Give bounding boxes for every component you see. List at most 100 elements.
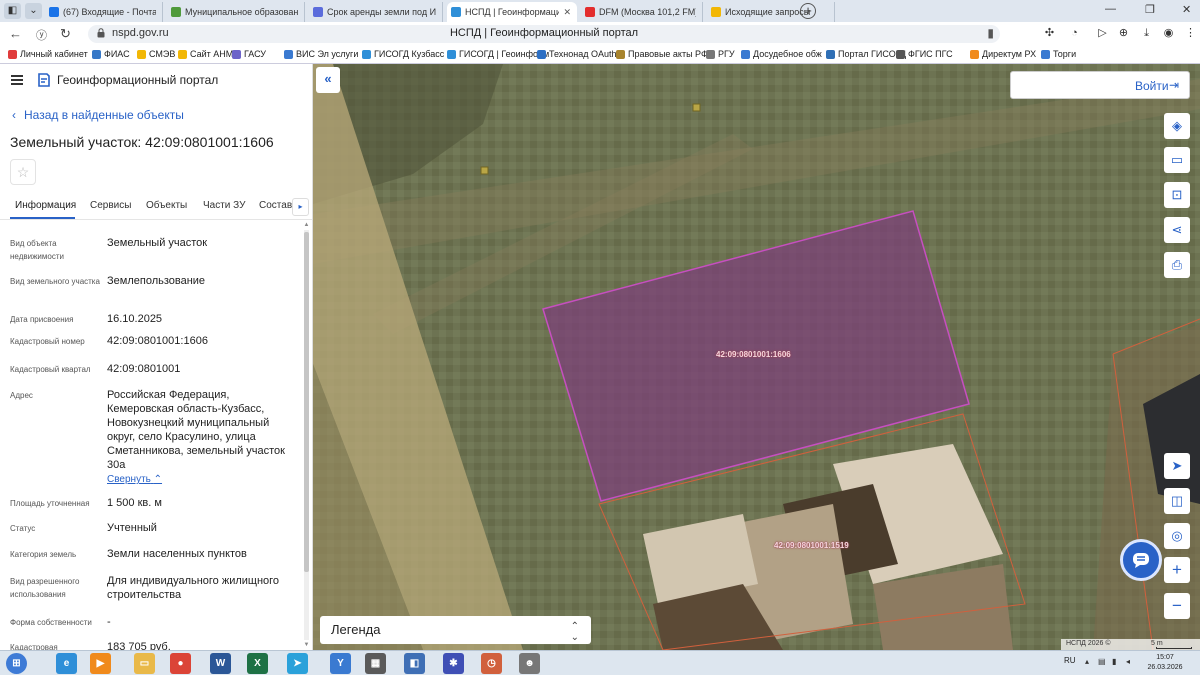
bookmark-item[interactable]: Досудебное обж [741, 49, 822, 59]
download-arrow-icon[interactable]: ⤓ [1140, 27, 1153, 40]
close-window-icon[interactable]: ✕ [1182, 3, 1191, 16]
tab-objects[interactable]: Объекты [146, 200, 187, 211]
file-explorer-icon[interactable]: ▭ [134, 653, 155, 674]
browser-tab[interactable]: Срок аренды земли под ИЖ [309, 2, 443, 22]
extension-icon[interactable]: ✣ [1043, 27, 1056, 40]
reload-icon[interactable]: ↻ [60, 26, 71, 42]
property-value[interactable]: Российская Федерация, Кемеровская област… [107, 388, 292, 472]
bookmark-item[interactable]: Правовые акты РФ [616, 49, 708, 59]
property-value[interactable]: Земельный участок [107, 236, 292, 250]
yandex-logo-icon[interactable]: ⓨ [36, 27, 47, 43]
property-value[interactable]: Земли населенных пунктов [107, 547, 292, 561]
favorite-star-button[interactable]: ☆ [10, 159, 36, 185]
property-value[interactable]: Землепользование [107, 274, 292, 288]
bookmark-item[interactable]: ФГИС ПГС [896, 49, 953, 59]
profile-icon[interactable]: ◉ [1162, 27, 1175, 40]
scroll-down-icon[interactable]: ▼ [303, 642, 310, 648]
tab-parts[interactable]: Части ЗУ [203, 200, 245, 211]
panel-scrollbar[interactable]: ▲ ▼ [302, 222, 310, 650]
bookmark-item[interactable]: Директум РХ [970, 49, 1036, 59]
tab-information[interactable]: Информация [15, 200, 76, 211]
bookmark-item[interactable]: СМЭВ [137, 49, 175, 59]
browser-tab[interactable]: DFM (Москва 101,2 FM) [581, 2, 703, 22]
url-field[interactable]: nspd.gov.ru НСПД | Геоинформационный пор… [88, 25, 1000, 43]
bookmark-icon[interactable]: ▮ [987, 26, 994, 40]
bookmark-item[interactable]: Сайт АНМО [178, 49, 240, 59]
zoom-out-button[interactable]: − [1164, 593, 1190, 619]
property-value[interactable]: 42:09:0801001 [107, 362, 292, 376]
property-value[interactable]: 16.10.2025 [107, 312, 292, 326]
locate-icon[interactable]: ◎ [1164, 523, 1190, 549]
app-e-icon[interactable]: ☻ [519, 653, 540, 674]
zoom-in-button[interactable]: + [1164, 557, 1190, 583]
excel-icon[interactable]: X [247, 653, 268, 674]
browser-tab[interactable]: Муниципальное образование [167, 2, 305, 22]
internet-explorer-icon[interactable]: e [56, 653, 77, 674]
basemap-icon[interactable]: ◫ [1164, 488, 1190, 514]
property-value[interactable]: 1 500 кв. м [107, 496, 292, 510]
play-icon[interactable]: ▷ [1096, 27, 1109, 40]
menu-dots-icon[interactable]: ⋮ [1184, 27, 1197, 40]
shield-icon[interactable]: ◔ [1068, 27, 1081, 40]
browser-tab[interactable]: НСПД | Геоинформационный✕ [447, 2, 577, 22]
tray-arrow-icon[interactable]: ▴ [1085, 657, 1095, 667]
neighbor-cadastral-label[interactable]: 42:09:0801001:1519 [774, 541, 849, 550]
print-icon[interactable]: ⎙ [1164, 252, 1190, 278]
maximize-icon[interactable]: ❐ [1145, 3, 1155, 16]
volume-icon[interactable]: ◂ [1126, 657, 1136, 667]
bookmark-item[interactable]: ГИСОГД | Геоинформ [447, 49, 549, 59]
bookmark-item[interactable]: ГИСОГД Кузбасс [362, 49, 444, 59]
app-d-icon[interactable]: ◷ [481, 653, 502, 674]
bookmark-item[interactable]: Технонад OAuth [537, 49, 617, 59]
language-indicator[interactable]: RU [1064, 656, 1076, 665]
hamburger-menu-icon[interactable] [11, 75, 23, 85]
ruler-icon[interactable]: ▭ [1164, 147, 1190, 173]
yandex-browser-icon[interactable]: Y [330, 653, 351, 674]
bookmark-item[interactable]: ГАСУ [232, 49, 266, 59]
bookmark-item[interactable]: Личный кабинет [8, 49, 88, 59]
property-value[interactable]: Учтенный [107, 521, 292, 535]
parcel-cadastral-label[interactable]: 42:09:0801001:1606 [716, 350, 791, 359]
bookmark-item[interactable]: ФИАС [92, 49, 130, 59]
map-view[interactable]: 42:09:0801001:1606 42:09:0801001:1519 « … [313, 64, 1200, 650]
bookmark-item[interactable]: ВИС Эл услуги [284, 49, 358, 59]
new-tab-button[interactable]: + [800, 3, 816, 19]
bookmark-item[interactable]: РГУ [706, 49, 735, 59]
property-value[interactable]: 42:09:0801001:1606 [107, 334, 292, 348]
battery-icon[interactable]: ▮ [1112, 657, 1122, 667]
word-icon[interactable]: W [210, 653, 231, 674]
downloads-icon[interactable]: ⊕ [1117, 27, 1130, 40]
telegram-icon[interactable]: ➤ [287, 653, 308, 674]
share-icon[interactable]: ⋖ [1164, 217, 1190, 243]
bookmark-item[interactable]: Торги [1041, 49, 1076, 59]
app-c-icon[interactable]: ✱ [443, 653, 464, 674]
app-b-icon[interactable]: ◧ [404, 653, 425, 674]
network-icon[interactable]: ▤ [1098, 657, 1108, 667]
tab-services[interactable]: Сервисы [90, 200, 131, 211]
login-button[interactable]: Войти ⇥ [1010, 71, 1190, 99]
window-menu-icon[interactable]: ◧ [4, 3, 21, 19]
media-player-icon[interactable]: ▶ [90, 653, 111, 674]
minimize-icon[interactable]: — [1105, 3, 1116, 15]
select-area-icon[interactable]: ⊡ [1164, 182, 1190, 208]
back-arrow-icon[interactable]: ← [9, 26, 22, 41]
layers-icon[interactable]: ◈ [1164, 113, 1190, 139]
navigate-icon[interactable]: ➤ [1164, 453, 1190, 479]
back-to-results-link[interactable]: ‹ Назад в найденные объекты [12, 108, 184, 122]
chat-button[interactable] [1120, 539, 1162, 581]
property-value[interactable]: 183 705 руб. [107, 640, 292, 650]
tab-composition[interactable]: Состав [259, 200, 292, 211]
collapse-panel-button[interactable]: « [316, 67, 340, 93]
bookmark-item[interactable]: Портал ГИСОГД [826, 49, 906, 59]
tab-list-chevron-icon[interactable]: ⌄ [25, 3, 42, 19]
close-tab-icon[interactable]: ✕ [563, 7, 571, 18]
start-button-icon[interactable]: ⊞ [6, 653, 27, 674]
scrollbar-thumb[interactable] [304, 232, 309, 572]
legend-dropdown[interactable]: Легенда ⌃ ⌄ [320, 616, 591, 644]
property-value[interactable]: Для индивидуального жилищного строительс… [107, 574, 292, 602]
browser-tab[interactable]: (67) Входящие - Почта Mail [45, 2, 163, 22]
tabs-scroll-right-icon[interactable]: ▸ [292, 198, 309, 216]
collapse-address-link[interactable]: Свернуть ⌃ [107, 474, 162, 485]
scroll-up-icon[interactable]: ▲ [303, 222, 310, 228]
app-a-icon[interactable]: ▦ [365, 653, 386, 674]
